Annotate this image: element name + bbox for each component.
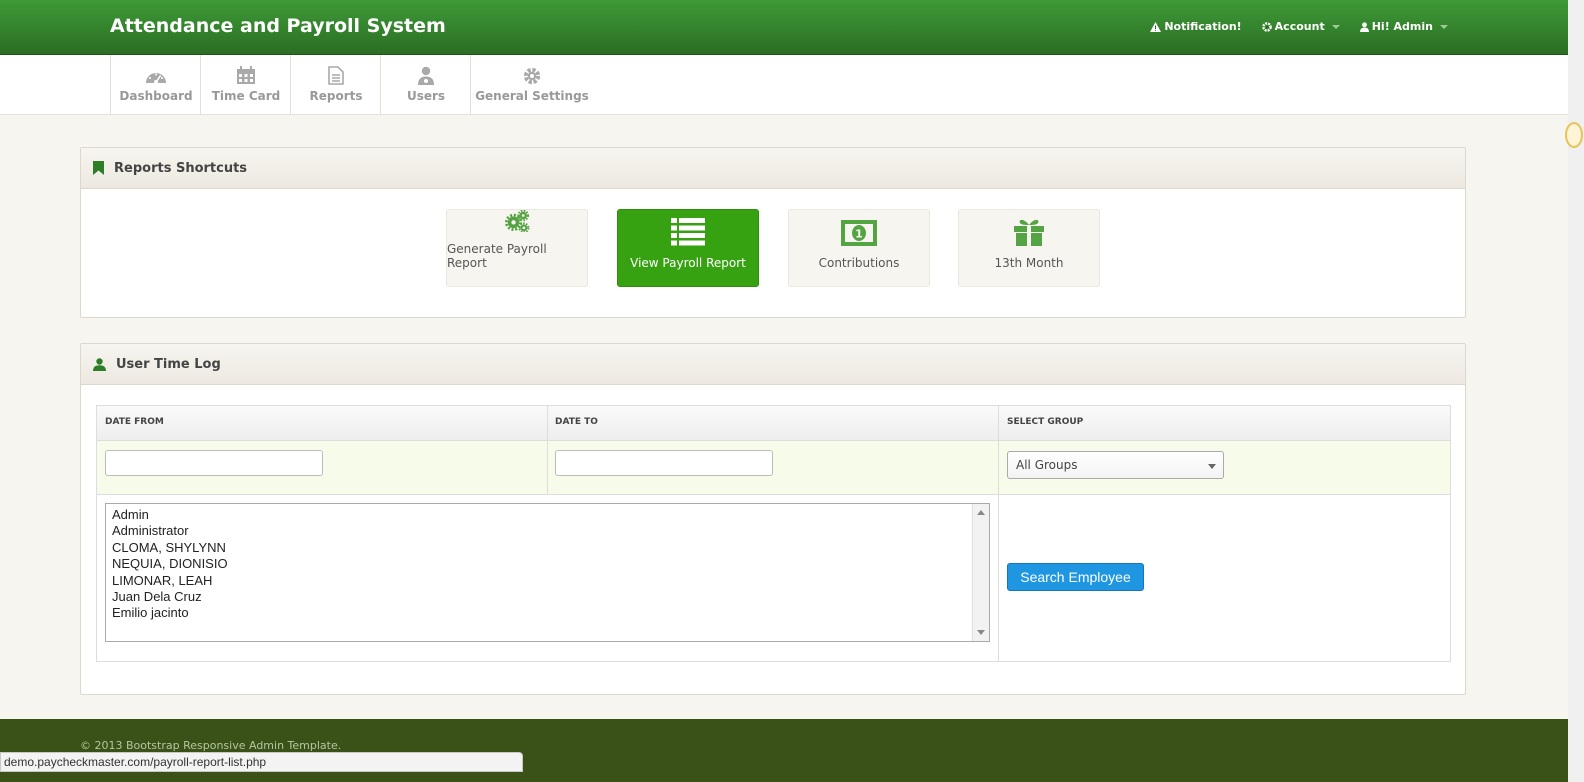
tab-label: Reports (309, 89, 363, 103)
view-payroll-report-shortcut[interactable]: View Payroll Report (617, 209, 759, 287)
date-from-label: DATE FROM (105, 417, 164, 427)
gift-icon (1014, 219, 1044, 246)
filter-row: All Groups (97, 441, 1450, 495)
scroll-down-icon[interactable] (977, 630, 985, 635)
table-header: DATE FROM DATE TO SELECT GROUP (97, 406, 1450, 441)
tab-label: Time Card (211, 89, 281, 103)
gear-icon (523, 67, 541, 84)
user-label: Hi! Admin (1371, 20, 1433, 33)
column-divider (547, 406, 548, 494)
chevron-down-icon (1440, 24, 1448, 29)
employee-items: Admin Administrator CLOMA, SHYLYNN NEQUI… (106, 504, 989, 625)
list-item[interactable]: Emilio jacinto (112, 605, 983, 621)
money-icon: 1 (841, 220, 877, 246)
contributions-shortcut[interactable]: 1 Contributions (788, 209, 930, 287)
warning-icon (1150, 21, 1162, 32)
generate-payroll-report-shortcut[interactable]: Generate Payroll Report (446, 209, 588, 287)
time-log-table: DATE FROM DATE TO SELECT GROUP All Group… (96, 405, 1451, 662)
shortcut-label: Contributions (818, 256, 900, 270)
tab-label: General Settings (475, 88, 589, 103)
list-item[interactable]: Admin (112, 507, 983, 523)
document-icon (328, 66, 344, 85)
chevron-down-icon (1331, 24, 1340, 29)
tab-label: Dashboard (119, 88, 193, 103)
reports-shortcuts-widget: Reports Shortcuts Generate Payroll Repor… (80, 147, 1466, 318)
list-item[interactable]: NEQUIA, DIONISIO (112, 556, 983, 572)
widget-header: User Time Log (81, 344, 1465, 385)
tab-time-card[interactable]: Time Card (200, 55, 291, 114)
widget-header: Reports Shortcuts (81, 148, 1465, 189)
copyright-text: © 2013 Bootstrap Responsive Admin Templa… (80, 739, 342, 752)
user-icon (1359, 21, 1369, 32)
search-employee-button[interactable]: Search Employee (1007, 563, 1144, 591)
status-url: demo.paycheckmaster.com/payroll-report-l… (4, 755, 267, 769)
list-item[interactable]: Juan Dela Cruz (112, 589, 983, 605)
account-menu[interactable]: Account (1261, 20, 1340, 33)
sub-nav: Dashboard Time Card Reports Users Genera… (0, 55, 1568, 115)
shortcut-label: View Payroll Report (630, 256, 746, 270)
date-from-input[interactable] (105, 450, 323, 476)
tab-users[interactable]: Users (380, 55, 471, 114)
tab-label: Users (406, 89, 446, 103)
user-icon (93, 357, 106, 371)
dashboard-icon (146, 72, 166, 84)
date-to-input[interactable] (555, 450, 773, 476)
list-item[interactable]: Administrator (112, 523, 983, 539)
bookmark-icon (93, 161, 104, 175)
gear-icon (1261, 21, 1272, 32)
account-label: Account (1274, 20, 1325, 33)
page-scrollbar[interactable] (1568, 0, 1584, 782)
user-icon (418, 66, 434, 85)
notification-link[interactable]: Notification! (1150, 20, 1242, 33)
shortcut-label: 13th Month (994, 256, 1064, 270)
top-nav: Notification! Account Hi! Admin (1150, 20, 1448, 33)
tab-reports[interactable]: Reports (290, 55, 381, 114)
list-scrollbar[interactable] (972, 504, 989, 641)
svg-text:1: 1 (855, 228, 863, 241)
footer: © 2013 Bootstrap Responsive Admin Templa… (0, 719, 1568, 782)
tab-dashboard[interactable]: Dashboard (110, 55, 201, 114)
employee-list[interactable]: Admin Administrator CLOMA, SHYLYNN NEQUI… (105, 503, 990, 642)
13th-month-shortcut[interactable]: 13th Month (958, 209, 1100, 287)
calendar-icon (237, 66, 255, 84)
scroll-handle[interactable] (1565, 122, 1583, 148)
user-time-log-widget: User Time Log DATE FROM DATE TO SELECT G… (80, 343, 1466, 695)
notification-label: Notification! (1164, 20, 1242, 33)
gears-icon (504, 210, 530, 232)
widget-title: Reports Shortcuts (114, 160, 248, 176)
column-divider (998, 406, 999, 661)
select-group-label: SELECT GROUP (1007, 417, 1084, 427)
widget-title: User Time Log (116, 356, 221, 372)
date-to-label: DATE TO (555, 417, 598, 427)
shortcut-label: Generate Payroll Report (447, 242, 547, 270)
list-item[interactable]: CLOMA, SHYLYNN (112, 540, 983, 556)
app-title[interactable]: Attendance and Payroll System (110, 15, 446, 37)
list-item[interactable]: LIMONAR, LEAH (112, 573, 983, 589)
browser-status-bar: demo.paycheckmaster.com/payroll-report-l… (0, 752, 523, 772)
chevron-down-icon (1208, 464, 1216, 469)
list-icon (671, 218, 705, 246)
top-bar: Attendance and Payroll System Notificati… (0, 0, 1568, 55)
group-select-value: All Groups (1016, 458, 1078, 472)
scroll-up-icon[interactable] (977, 510, 985, 515)
group-select[interactable]: All Groups (1007, 451, 1224, 479)
user-menu[interactable]: Hi! Admin (1359, 20, 1448, 33)
tab-general-settings[interactable]: General Settings (470, 55, 593, 114)
